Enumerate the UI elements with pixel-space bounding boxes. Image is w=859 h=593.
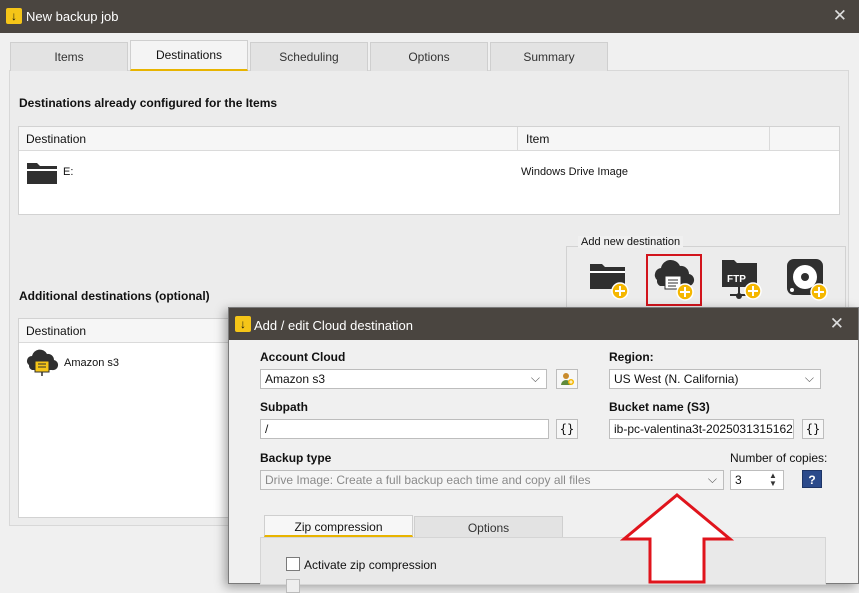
backup-type-select[interactable]: Drive Image: Create a full backup each t… [260, 470, 724, 490]
activate-zip-checkbox[interactable] [286, 557, 300, 571]
region-value: US West (N. California) [614, 372, 739, 386]
activate-zip-label: Activate zip compression [304, 558, 437, 572]
add-new-destination-label: Add new destination [578, 236, 684, 248]
disk-add-icon [787, 259, 828, 301]
window-title: New backup job [26, 9, 119, 24]
add-ftp-destination-button[interactable]: FTP [716, 256, 768, 304]
region-label: Region: [609, 350, 654, 364]
dialog-title: Add / edit Cloud destination [254, 318, 413, 333]
chevron-down-icon: ⌵ [707, 472, 717, 486]
configured-table[interactable]: Destination Item E: Windows Drive Image [18, 126, 840, 215]
destination-cell: Amazon s3 [64, 357, 120, 369]
destination-cell: E: [63, 166, 74, 178]
item-cell: Windows Drive Image [521, 166, 628, 178]
help-button[interactable]: ? [802, 470, 822, 488]
account-manager-button[interactable] [556, 369, 578, 389]
table-header: Destination Item [19, 127, 839, 151]
cloud-add-icon [654, 259, 695, 301]
app-logo-icon: ↓ [6, 8, 22, 24]
user-add-icon [561, 373, 574, 385]
spin-down-icon[interactable]: ▼ [769, 480, 781, 488]
tab-zip-compression[interactable]: Zip compression [264, 515, 413, 537]
ftp-add-icon: FTP [722, 260, 762, 300]
bucket-label: Bucket name (S3) [609, 400, 710, 414]
add-cloud-destination-button[interactable] [646, 254, 702, 306]
tab-dialog-options[interactable]: Options [414, 516, 563, 538]
close-icon[interactable]: ✕ [830, 314, 844, 334]
subpath-label: Subpath [260, 400, 308, 414]
subpath-input[interactable]: / [260, 419, 549, 439]
cloud-icon [27, 349, 59, 376]
table-row[interactable]: E: Windows Drive Image [19, 152, 839, 192]
subpath-variables-button[interactable]: {} [556, 419, 578, 439]
zip-compression-panel: Activate zip compression [260, 537, 826, 593]
close-icon[interactable]: ✕ [833, 6, 847, 26]
tab-summary[interactable]: Summary [490, 42, 608, 71]
up-arrow-annotation-icon [620, 493, 734, 584]
app-logo-icon: ↓ [235, 316, 251, 332]
configured-heading: Destinations already configured for the … [19, 96, 278, 110]
tab-destinations[interactable]: Destinations [130, 40, 248, 71]
folder-icon [27, 163, 57, 184]
add-disk-destination-button[interactable] [782, 256, 834, 304]
region-select[interactable]: US West (N. California) ⌵ [609, 369, 821, 389]
dialog-titlebar: ↓ Add / edit Cloud destination ✕ [229, 308, 858, 340]
tab-items[interactable]: Items [10, 42, 128, 71]
copies-stepper[interactable]: 3 ▲ ▼ [730, 470, 784, 490]
ftp-text: FTP [727, 274, 746, 285]
chevron-down-icon: ⌵ [804, 371, 814, 385]
bucket-name-input[interactable]: ib-pc-valentina3t-20250313151629 [609, 419, 794, 439]
account-cloud-value: Amazon s3 [265, 372, 326, 386]
column-header-destination[interactable]: Destination [26, 132, 86, 146]
additional-heading: Additional destinations (optional) [19, 289, 210, 303]
bucket-variables-button[interactable]: {} [802, 419, 824, 439]
backup-type-value: Drive Image: Create a full backup each t… [265, 473, 591, 487]
account-cloud-label: Account Cloud [260, 350, 346, 364]
tab-scheduling[interactable]: Scheduling [250, 42, 368, 71]
column-header-destination[interactable]: Destination [26, 324, 86, 338]
disabled-checkbox[interactable] [286, 579, 300, 593]
tab-options[interactable]: Options [370, 42, 488, 71]
cloud-destination-dialog: ↓ Add / edit Cloud destination ✕ Account… [228, 307, 859, 593]
copies-value: 3 [735, 473, 742, 487]
account-cloud-select[interactable]: Amazon s3 ⌵ [260, 369, 547, 389]
copies-label: Number of copies: [730, 451, 828, 465]
column-header-item[interactable]: Item [526, 132, 549, 146]
add-folder-destination-button[interactable] [584, 256, 636, 304]
main-titlebar: ↓ New backup job ✕ [0, 0, 859, 33]
backup-type-label: Backup type [260, 451, 332, 465]
chevron-down-icon: ⌵ [530, 371, 540, 385]
folder-add-icon [590, 264, 629, 300]
